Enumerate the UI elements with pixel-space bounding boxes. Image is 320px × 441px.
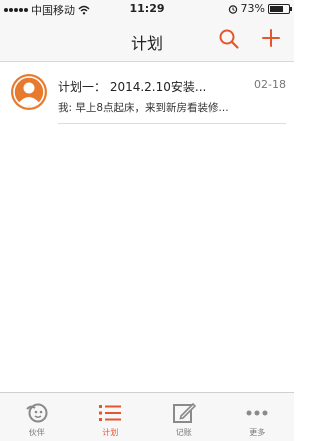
tab-more-label: 更多: [249, 428, 266, 437]
app-screen: 中国移动 11:29 73% 计划 计划一： 2014.2.10安装... 02…: [0, 0, 294, 441]
partner-icon: [26, 403, 48, 423]
tab-partner[interactable]: 伙伴: [0, 393, 74, 441]
row-divider: [58, 123, 286, 124]
tab-accounting-label: 记账: [175, 428, 192, 437]
more-icon: [246, 410, 268, 416]
status-right: 73%: [228, 2, 292, 15]
tab-accounting[interactable]: 记账: [147, 393, 221, 441]
list-icon: [99, 405, 122, 421]
edit-icon: [172, 402, 196, 423]
tab-partner-label: 伙伴: [28, 428, 45, 437]
alarm-icon: [228, 4, 237, 14]
battery-icon: [268, 3, 292, 14]
plan-list-item[interactable]: 计划一： 2014.2.10安装... 02-18 我: 早上8点起床，来到新房…: [0, 62, 294, 124]
plan-preview: 我: 早上8点起床，来到新房看装修...: [58, 102, 229, 114]
tab-more[interactable]: 更多: [221, 393, 295, 441]
battery-fill: [270, 5, 284, 12]
status-bar: 中国移动 11:29 73%: [0, 0, 294, 18]
plan-date: 02-18: [254, 78, 286, 91]
person-icon: [13, 76, 45, 108]
battery-percent: 73%: [240, 2, 265, 15]
plan-title: 计划一： 2014.2.10安装...: [58, 80, 207, 94]
nav-bar: 计划: [0, 18, 294, 62]
search-icon[interactable]: [218, 28, 240, 50]
page-title: 计划: [130, 34, 163, 53]
tab-plan-label: 计划: [102, 428, 119, 437]
add-icon[interactable]: [260, 27, 282, 49]
tab-bar: 伙伴 计划 记账 更多: [0, 392, 294, 441]
avatar: [11, 74, 47, 110]
tab-plan[interactable]: 计划: [74, 393, 148, 441]
